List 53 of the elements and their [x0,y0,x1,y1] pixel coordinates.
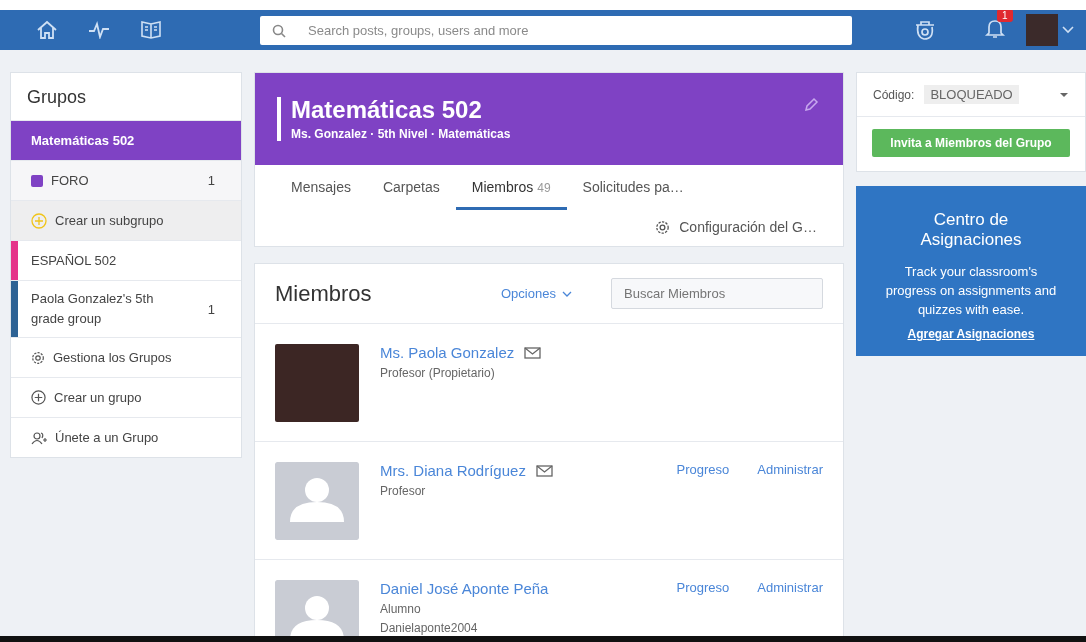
people-icon [31,430,47,445]
envelope-icon[interactable] [535,464,553,477]
member-name-link[interactable]: Daniel José Aponte Peña [380,580,549,597]
sidebar-action-item[interactable]: Únete a un Grupo [11,417,241,457]
gear-icon [655,219,671,235]
sidebar-group-item[interactable]: Matemáticas 502 [11,120,241,160]
create-subgroup-item[interactable]: Crear un subgrupo [11,200,241,240]
plus-circle-icon [31,212,47,229]
pencil-icon[interactable] [803,97,819,113]
options-dropdown[interactable]: Opciones [501,286,572,301]
member-role: Profesor [380,484,427,498]
member-role: Alumno [380,602,422,616]
chevron-down-icon [561,290,572,297]
notification-badge: 1 [997,10,1013,22]
member-role: Profesor (Propietario) [380,366,496,380]
activity-icon[interactable] [88,21,110,39]
gear-icon [31,350,45,365]
member-action-link[interactable]: Progreso [676,462,730,477]
sidebar-action-item[interactable]: Gestiona los Grupos [11,337,241,377]
tab[interactable]: Mensajes [275,165,367,210]
search-field[interactable]: Search posts, groups, users and more [260,15,852,45]
member-name-link[interactable]: Mrs. Diana Rodríguez [380,462,526,479]
sidebar-action-item[interactable]: Crear un grupo [11,377,241,417]
sidebar-group-item[interactable]: ESPAÑOL 502 [11,240,241,280]
add-assignments-link[interactable]: Agregar Asignaciones [907,327,1035,341]
chevron-down-icon[interactable] [1062,26,1074,34]
book-icon[interactable] [140,20,162,40]
sidebar-group-item[interactable]: Paola Gonzalez's 5th grade group 1 [11,280,241,337]
sidebar-subgroup-item[interactable]: FORO 1 [11,160,241,200]
bell-icon[interactable] [984,17,1006,39]
code-label: Código: [873,87,915,102]
group-title: Matemáticas 502 [291,97,483,123]
tab[interactable]: Solicitudes pa… [566,165,700,210]
search-icon [272,23,286,38]
member-action-link[interactable]: Administrar [757,580,823,595]
tab[interactable]: Miembros 49 [455,165,567,210]
group-subtitle: Ms. Gonzalez · 5th Nivel · Matemáticas [291,127,512,141]
promo-text: Track your classroom's progress on assignments and quizzes with ease. [884,263,1058,319]
members-heading: Miembros [275,280,373,307]
member-name-link[interactable]: Ms. Paola Gonzalez [380,344,515,361]
tab[interactable]: Carpetas [366,165,456,210]
plus-circle-icon [31,390,46,405]
member-action-link[interactable]: Progreso [676,580,730,595]
dropdown-caret-icon[interactable] [1059,91,1069,98]
sidebar-title: Grupos [26,86,88,109]
group-code-value: BLOQUEADO [924,85,1019,104]
home-icon[interactable] [36,20,58,40]
member-action-link[interactable]: Administrar [757,462,823,477]
envelope-icon[interactable] [524,346,542,359]
member-username: Danielaponte2004 [380,621,479,635]
group-settings-link[interactable]: Configuración del G… [649,218,823,236]
member-search-field[interactable]: Buscar Miembros [611,278,823,309]
promo-title: Centro de Asignaciones [919,210,1023,250]
